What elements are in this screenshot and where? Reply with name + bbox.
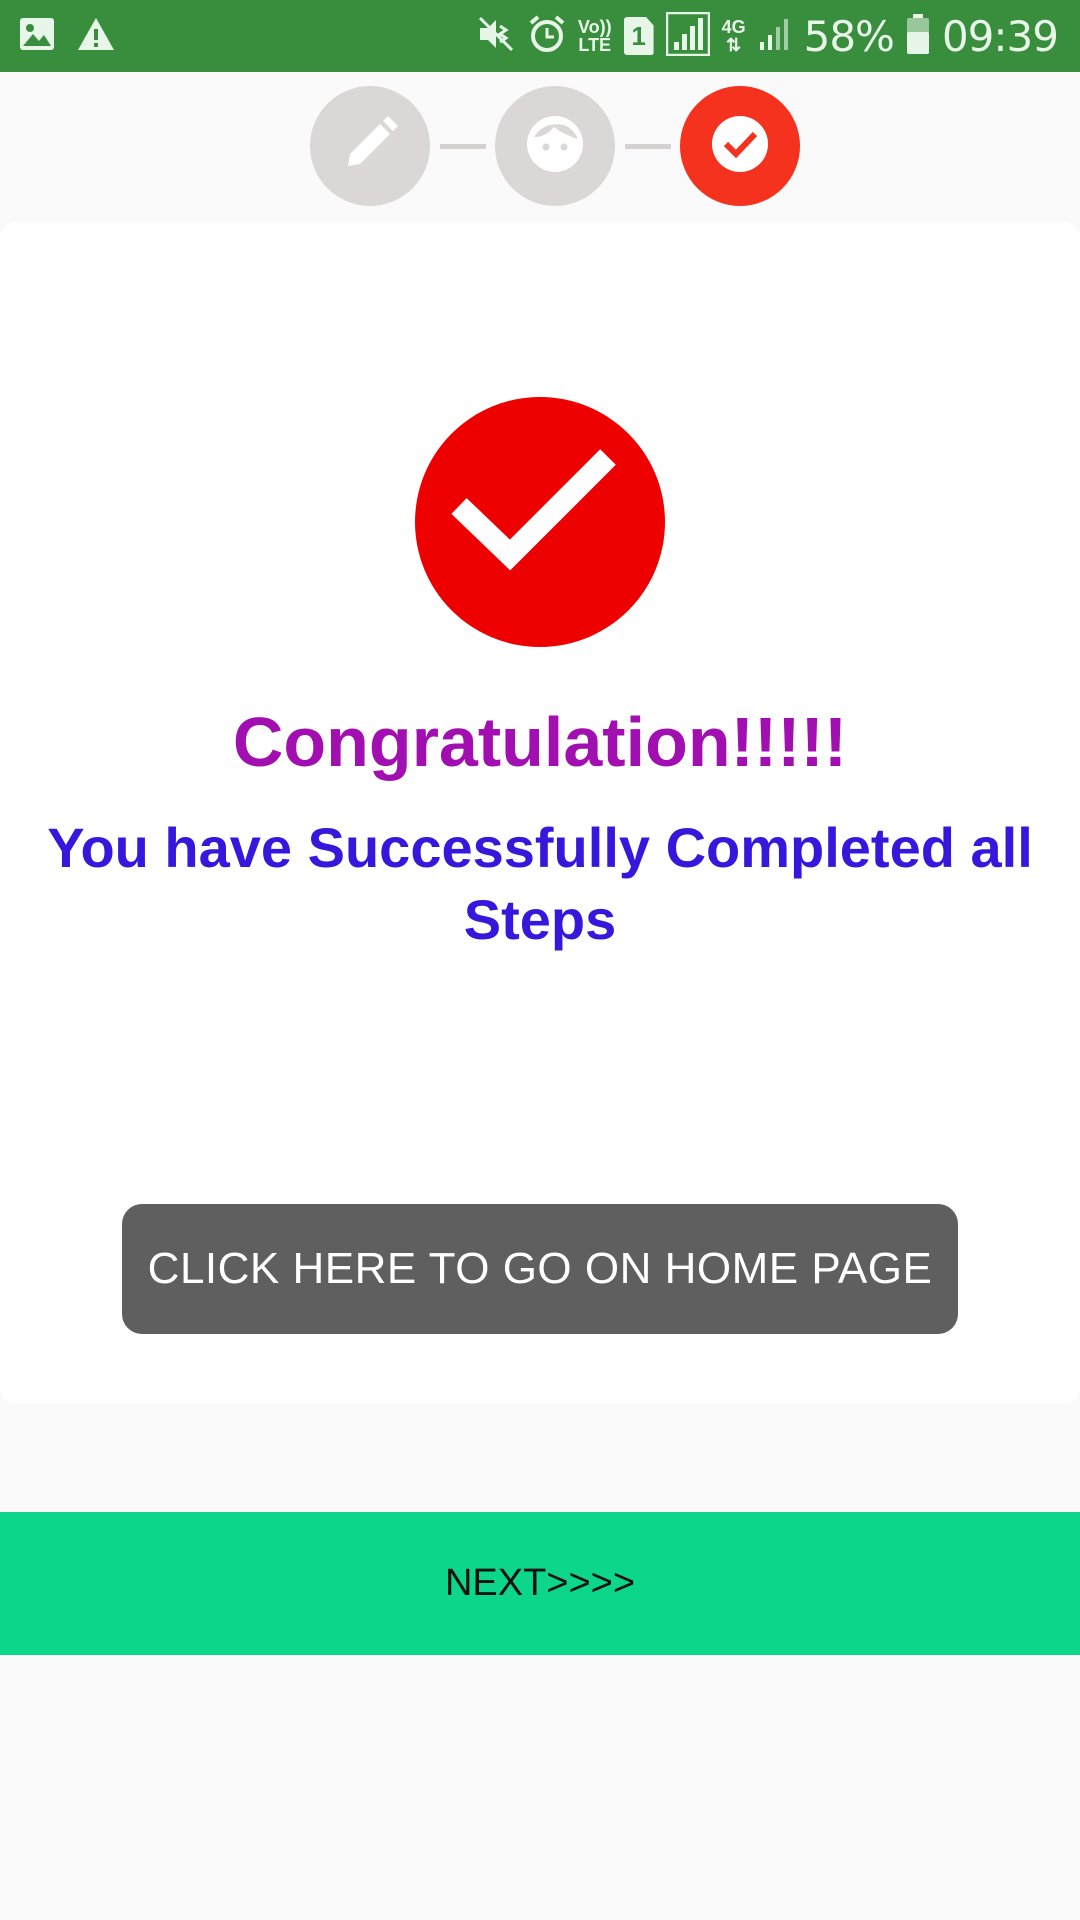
step-complete bbox=[680, 86, 800, 206]
sim-icon: 1 bbox=[623, 17, 654, 55]
step-edit bbox=[310, 86, 430, 206]
success-card: Congratulation!!!!! You have Successfull… bbox=[0, 222, 1080, 1404]
status-bar: Vo)) LTE 1 4G ⇅ 58% 09:39 bbox=[0, 0, 1080, 72]
step-connector bbox=[625, 144, 671, 149]
next-button[interactable]: NEXT>>>> bbox=[0, 1512, 1080, 1655]
check-circle-icon bbox=[415, 397, 665, 647]
battery-percentage: 58% bbox=[803, 11, 895, 61]
alarm-icon bbox=[528, 14, 566, 59]
volte-icon: Vo)) LTE bbox=[577, 17, 612, 55]
face-icon bbox=[524, 113, 586, 180]
step-profile bbox=[495, 86, 615, 206]
pencil-icon bbox=[340, 114, 400, 179]
congratulation-title: Congratulation!!!!! bbox=[232, 703, 848, 781]
signal-icon bbox=[665, 11, 710, 61]
clock: 09:39 bbox=[941, 11, 1059, 61]
image-icon bbox=[18, 16, 56, 57]
vibrate-icon bbox=[476, 14, 516, 59]
stepper bbox=[0, 86, 1080, 208]
signal-icon bbox=[758, 16, 792, 57]
success-message: You have Successfully Completed all Step… bbox=[47, 816, 1033, 951]
check-icon bbox=[709, 113, 771, 180]
warning-icon bbox=[76, 16, 116, 57]
go-home-button[interactable]: CLICK HERE TO GO ON HOME PAGE bbox=[122, 1204, 958, 1334]
data-arrows-icon: 4G ⇅ bbox=[721, 17, 746, 55]
step-connector bbox=[440, 144, 486, 149]
battery-icon bbox=[906, 13, 930, 60]
